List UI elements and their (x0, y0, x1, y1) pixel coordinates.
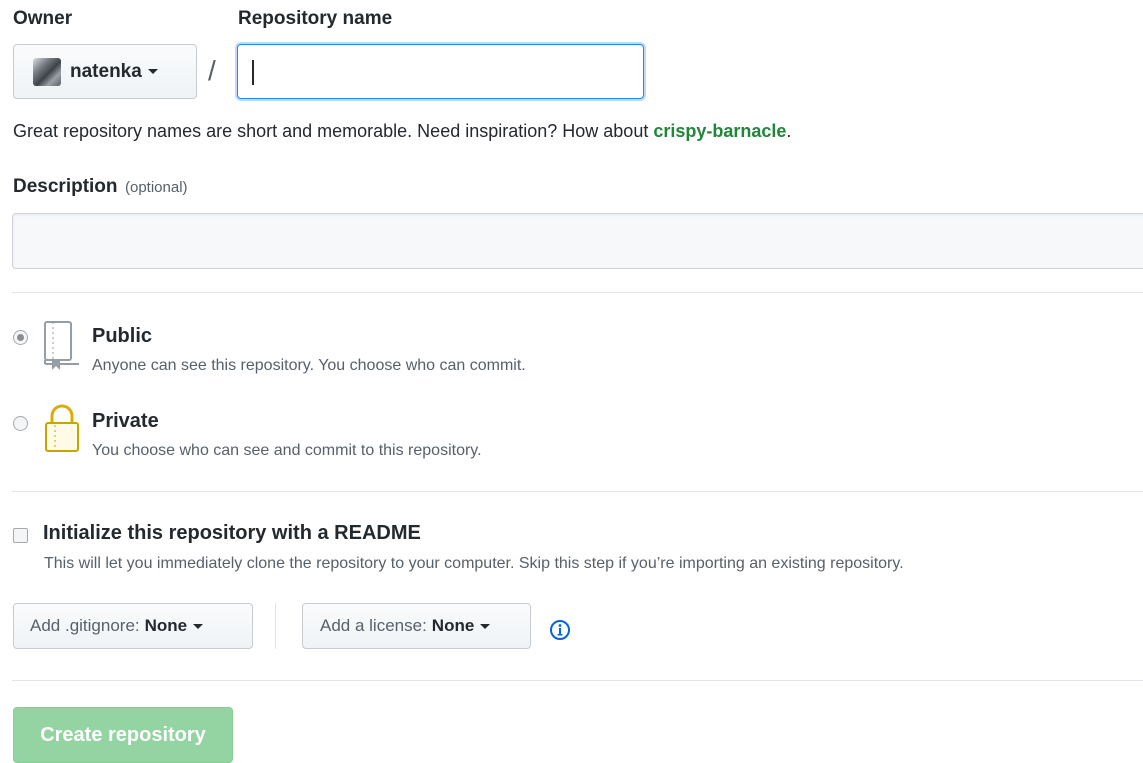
repo-icon (42, 320, 82, 370)
suggested-name-link[interactable]: crispy-barnacle (653, 121, 786, 141)
license-select-button[interactable]: Add a license: None (302, 603, 531, 649)
public-radio[interactable] (13, 330, 28, 345)
private-note: You choose who can see and commit to thi… (92, 442, 482, 459)
description-optional: (optional) (124, 179, 188, 196)
chevron-down-icon (147, 69, 158, 74)
gitignore-label: Add .gitignore: (30, 616, 140, 635)
create-repository-button[interactable]: Create repository (13, 707, 233, 763)
repo-name-input[interactable] (237, 44, 644, 99)
private-title: Private (92, 410, 159, 432)
info-icon[interactable] (549, 619, 571, 641)
vertical-divider (275, 603, 276, 649)
divider (12, 491, 1143, 492)
description-input[interactable] (12, 213, 1143, 269)
owner-name: natenka (70, 60, 142, 82)
gitignore-value: None (144, 616, 188, 635)
divider (12, 292, 1143, 293)
public-note: Anyone can see this repository. You choo… (92, 357, 526, 374)
readme-note: This will let you immediately clone the … (44, 555, 904, 572)
chevron-down-icon (480, 623, 491, 629)
hint-suffix: . (786, 121, 792, 141)
owner-avatar (33, 57, 61, 86)
chevron-down-icon (193, 623, 204, 629)
public-title: Public (92, 325, 153, 347)
gitignore-select-button[interactable]: Add .gitignore: None (13, 603, 253, 649)
private-radio[interactable] (13, 416, 28, 431)
lock-icon (42, 402, 82, 454)
hint-text: Great repository names are short and mem… (13, 121, 654, 141)
divider (12, 680, 1143, 681)
owner-repo-separator: / (208, 55, 216, 86)
description-label-text: Description (13, 176, 118, 197)
repo-name-label: Repository name (238, 8, 393, 29)
readme-checkbox[interactable] (13, 528, 28, 543)
owner-label: Owner (13, 8, 73, 29)
license-label: Add a license: (320, 616, 427, 635)
description-label: Description (optional) (13, 176, 188, 198)
owner-select-button[interactable]: natenka (13, 44, 197, 99)
license-value: None (431, 616, 475, 635)
readme-title: Initialize this repository with a README (43, 522, 421, 544)
repo-name-hint: Great repository names are short and mem… (13, 121, 791, 142)
text-cursor (252, 60, 254, 85)
